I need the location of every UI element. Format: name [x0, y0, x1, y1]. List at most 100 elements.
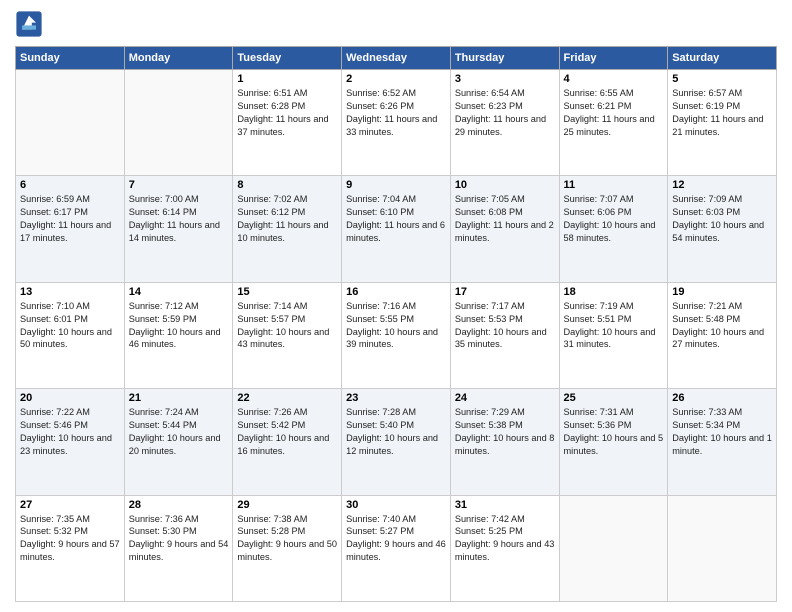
calendar-cell [124, 70, 233, 176]
day-info: Sunrise: 7:14 AM Sunset: 5:57 PM Dayligh… [237, 300, 337, 352]
day-number: 23 [346, 392, 446, 404]
day-info: Sunrise: 7:02 AM Sunset: 6:12 PM Dayligh… [237, 193, 337, 245]
calendar-cell: 5 Sunrise: 6:57 AM Sunset: 6:19 PM Daylig… [668, 70, 777, 176]
weekday-header: Sunday [16, 47, 125, 70]
calendar-cell [16, 70, 125, 176]
day-number: 8 [237, 179, 337, 191]
day-number: 16 [346, 286, 446, 298]
day-info: Sunrise: 7:33 AM Sunset: 5:34 PM Dayligh… [672, 406, 772, 458]
calendar-cell: 19 Sunrise: 7:21 AM Sunset: 5:48 PM Dayli… [668, 282, 777, 388]
calendar-week-row: 20 Sunrise: 7:22 AM Sunset: 5:46 PM Dayli… [16, 389, 777, 495]
day-info: Sunrise: 7:35 AM Sunset: 5:32 PM Dayligh… [20, 513, 120, 565]
calendar-cell: 22 Sunrise: 7:26 AM Sunset: 5:42 PM Dayli… [233, 389, 342, 495]
day-info: Sunrise: 7:24 AM Sunset: 5:44 PM Dayligh… [129, 406, 229, 458]
day-number: 1 [237, 73, 337, 85]
day-number: 5 [672, 73, 772, 85]
day-info: Sunrise: 7:38 AM Sunset: 5:28 PM Dayligh… [237, 513, 337, 565]
calendar-cell: 26 Sunrise: 7:33 AM Sunset: 5:34 PM Dayli… [668, 389, 777, 495]
day-number: 25 [564, 392, 664, 404]
header [15, 10, 777, 38]
day-info: Sunrise: 6:59 AM Sunset: 6:17 PM Dayligh… [20, 193, 120, 245]
calendar-week-row: 6 Sunrise: 6:59 AM Sunset: 6:17 PM Daylig… [16, 176, 777, 282]
day-info: Sunrise: 7:40 AM Sunset: 5:27 PM Dayligh… [346, 513, 446, 565]
day-info: Sunrise: 6:55 AM Sunset: 6:21 PM Dayligh… [564, 87, 664, 139]
day-number: 20 [20, 392, 120, 404]
day-number: 15 [237, 286, 337, 298]
day-number: 22 [237, 392, 337, 404]
day-number: 12 [672, 179, 772, 191]
calendar-cell: 10Sunrise: 7:05 AM Sunset: 6:08 PM Dayli… [450, 176, 559, 282]
calendar-cell: 13 Sunrise: 7:10 AM Sunset: 6:01 PM Dayli… [16, 282, 125, 388]
day-number: 9 [346, 179, 446, 191]
day-number: 3 [455, 73, 555, 85]
calendar-header-row: SundayMondayTuesdayWednesdayThursdayFrid… [16, 47, 777, 70]
weekday-header: Monday [124, 47, 233, 70]
day-info: Sunrise: 6:57 AM Sunset: 6:19 PM Dayligh… [672, 87, 772, 139]
calendar-cell: 4Sunrise: 6:55 AM Sunset: 6:21 PM Daylig… [559, 70, 668, 176]
day-number: 28 [129, 499, 229, 511]
calendar-week-row: 13 Sunrise: 7:10 AM Sunset: 6:01 PM Dayli… [16, 282, 777, 388]
calendar-cell: 30 Sunrise: 7:40 AM Sunset: 5:27 PM Dayli… [342, 495, 451, 601]
day-info: Sunrise: 7:10 AM Sunset: 6:01 PM Dayligh… [20, 300, 120, 352]
calendar-week-row: 27Sunrise: 7:35 AM Sunset: 5:32 PM Dayli… [16, 495, 777, 601]
calendar-cell: 16 Sunrise: 7:16 AM Sunset: 5:55 PM Dayli… [342, 282, 451, 388]
day-info: Sunrise: 7:07 AM Sunset: 6:06 PM Dayligh… [564, 193, 664, 245]
calendar-cell: 9Sunrise: 7:04 AM Sunset: 6:10 PM Daylig… [342, 176, 451, 282]
calendar-cell: 24 Sunrise: 7:29 AM Sunset: 5:38 PM Dayli… [450, 389, 559, 495]
day-number: 6 [20, 179, 120, 191]
day-info: Sunrise: 7:05 AM Sunset: 6:08 PM Dayligh… [455, 193, 555, 245]
weekday-header: Friday [559, 47, 668, 70]
calendar-cell: 29 Sunrise: 7:38 AM Sunset: 5:28 PM Dayli… [233, 495, 342, 601]
weekday-header: Wednesday [342, 47, 451, 70]
day-info: Sunrise: 6:51 AM Sunset: 6:28 PM Dayligh… [237, 87, 337, 139]
calendar-cell: 2Sunrise: 6:52 AM Sunset: 6:26 PM Daylig… [342, 70, 451, 176]
day-number: 31 [455, 499, 555, 511]
day-number: 21 [129, 392, 229, 404]
weekday-header: Saturday [668, 47, 777, 70]
calendar-cell [668, 495, 777, 601]
day-info: Sunrise: 7:12 AM Sunset: 5:59 PM Dayligh… [129, 300, 229, 352]
calendar-cell: 21 Sunrise: 7:24 AM Sunset: 5:44 PM Dayli… [124, 389, 233, 495]
day-info: Sunrise: 6:54 AM Sunset: 6:23 PM Dayligh… [455, 87, 555, 139]
calendar-cell: 14Sunrise: 7:12 AM Sunset: 5:59 PM Dayli… [124, 282, 233, 388]
calendar-table: SundayMondayTuesdayWednesdayThursdayFrid… [15, 46, 777, 602]
day-info: Sunrise: 7:16 AM Sunset: 5:55 PM Dayligh… [346, 300, 446, 352]
day-number: 2 [346, 73, 446, 85]
day-info: Sunrise: 7:21 AM Sunset: 5:48 PM Dayligh… [672, 300, 772, 352]
calendar-cell: 25 Sunrise: 7:31 AM Sunset: 5:36 PM Dayli… [559, 389, 668, 495]
day-info: Sunrise: 7:00 AM Sunset: 6:14 PM Dayligh… [129, 193, 229, 245]
day-info: Sunrise: 7:22 AM Sunset: 5:46 PM Dayligh… [20, 406, 120, 458]
logo [15, 10, 47, 38]
page: SundayMondayTuesdayWednesdayThursdayFrid… [0, 0, 792, 612]
calendar-cell: 3 Sunrise: 6:54 AM Sunset: 6:23 PM Daylig… [450, 70, 559, 176]
calendar-cell: 28 Sunrise: 7:36 AM Sunset: 5:30 PM Dayli… [124, 495, 233, 601]
day-info: Sunrise: 7:26 AM Sunset: 5:42 PM Dayligh… [237, 406, 337, 458]
calendar-cell: 7 Sunrise: 7:00 AM Sunset: 6:14 PM Daylig… [124, 176, 233, 282]
day-info: Sunrise: 7:09 AM Sunset: 6:03 PM Dayligh… [672, 193, 772, 245]
day-number: 30 [346, 499, 446, 511]
day-number: 26 [672, 392, 772, 404]
calendar-cell: 8 Sunrise: 7:02 AM Sunset: 6:12 PM Daylig… [233, 176, 342, 282]
calendar-cell: 17Sunrise: 7:17 AM Sunset: 5:53 PM Dayli… [450, 282, 559, 388]
day-number: 18 [564, 286, 664, 298]
calendar-cell: 27Sunrise: 7:35 AM Sunset: 5:32 PM Dayli… [16, 495, 125, 601]
day-info: Sunrise: 7:28 AM Sunset: 5:40 PM Dayligh… [346, 406, 446, 458]
day-number: 13 [20, 286, 120, 298]
day-info: Sunrise: 7:42 AM Sunset: 5:25 PM Dayligh… [455, 513, 555, 565]
day-info: Sunrise: 7:31 AM Sunset: 5:36 PM Dayligh… [564, 406, 664, 458]
calendar-cell: 18Sunrise: 7:19 AM Sunset: 5:51 PM Dayli… [559, 282, 668, 388]
day-number: 24 [455, 392, 555, 404]
calendar-cell [559, 495, 668, 601]
day-info: Sunrise: 7:17 AM Sunset: 5:53 PM Dayligh… [455, 300, 555, 352]
calendar-cell: 15 Sunrise: 7:14 AM Sunset: 5:57 PM Dayli… [233, 282, 342, 388]
calendar-cell: 1 Sunrise: 6:51 AM Sunset: 6:28 PM Daylig… [233, 70, 342, 176]
day-number: 29 [237, 499, 337, 511]
day-info: Sunrise: 7:36 AM Sunset: 5:30 PM Dayligh… [129, 513, 229, 565]
logo-icon [15, 10, 43, 38]
day-number: 11 [564, 179, 664, 191]
weekday-header: Tuesday [233, 47, 342, 70]
calendar-cell: 23 Sunrise: 7:28 AM Sunset: 5:40 PM Dayli… [342, 389, 451, 495]
day-number: 19 [672, 286, 772, 298]
day-number: 7 [129, 179, 229, 191]
day-info: Sunrise: 7:29 AM Sunset: 5:38 PM Dayligh… [455, 406, 555, 458]
